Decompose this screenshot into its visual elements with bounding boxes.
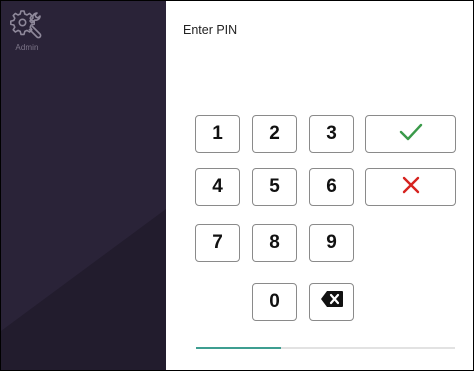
cancel-button[interactable] xyxy=(365,168,456,206)
page-title: Enter PIN xyxy=(183,23,238,37)
admin-button[interactable]: Admin xyxy=(5,7,49,67)
key-5[interactable]: 5 xyxy=(252,168,297,206)
key-1[interactable]: 1 xyxy=(195,115,240,153)
gear-wrench-icon xyxy=(10,7,44,41)
progress-fill xyxy=(196,347,282,349)
key-4[interactable]: 4 xyxy=(195,168,240,206)
key-7[interactable]: 7 xyxy=(195,224,240,262)
key-0[interactable]: 0 xyxy=(252,283,297,321)
confirm-button[interactable] xyxy=(365,115,456,153)
key-8[interactable]: 8 xyxy=(252,224,297,262)
app-window: Admin Enter PIN 1 2 3 4 5 6 7 8 9 0 xyxy=(0,0,474,371)
key-6[interactable]: 6 xyxy=(309,168,354,206)
key-9[interactable]: 9 xyxy=(309,224,354,262)
key-2[interactable]: 2 xyxy=(252,115,297,153)
close-icon xyxy=(401,175,421,200)
sidebar: Admin xyxy=(1,1,166,370)
check-icon xyxy=(399,122,423,147)
backspace-icon xyxy=(320,290,344,314)
backspace-button[interactable] xyxy=(309,283,354,321)
admin-label: Admin xyxy=(15,43,39,52)
progress-bar xyxy=(196,347,455,349)
key-3[interactable]: 3 xyxy=(309,115,354,153)
